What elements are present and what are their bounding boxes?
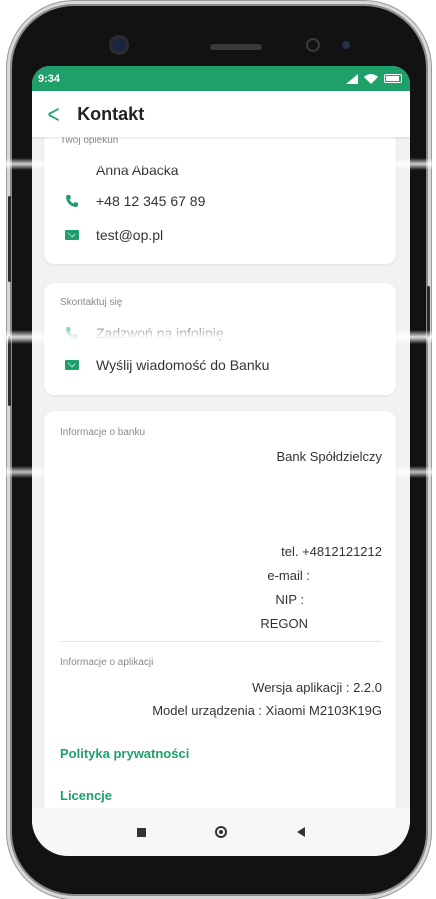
volume-button bbox=[8, 196, 11, 282]
call-hotline-row[interactable]: Zadzwoń na infolinię bbox=[60, 325, 224, 341]
guardian-email-row[interactable]: test@op.pl bbox=[60, 227, 163, 243]
home-icon[interactable] bbox=[215, 826, 228, 838]
android-nav-bar bbox=[32, 808, 410, 856]
signal-icon bbox=[346, 73, 358, 84]
guardian-phone: +48 12 345 67 89 bbox=[96, 193, 206, 209]
wifi-icon bbox=[364, 73, 378, 84]
screen: 9:34 < Kontakt Twój opiekun Anna Abacka … bbox=[32, 66, 410, 856]
earpiece-speaker bbox=[210, 44, 262, 50]
phone-icon bbox=[60, 326, 84, 340]
divider bbox=[60, 641, 382, 642]
bank-nip: NIP : bbox=[275, 592, 304, 607]
contact-card: Skontaktuj się Zadzwoń na infolinię Wyśl… bbox=[44, 283, 396, 395]
guardian-email: test@op.pl bbox=[96, 227, 164, 243]
privacy-policy-link[interactable]: Polityka prywatności bbox=[60, 746, 189, 761]
bank-info-label: Informacje o banku bbox=[60, 427, 146, 438]
bank-tel: tel. +4812121212 bbox=[281, 544, 382, 559]
licenses-link[interactable]: Licencje bbox=[60, 788, 112, 803]
app-version: Wersja aplikacji : 2.2.0 bbox=[252, 680, 382, 695]
phone-icon bbox=[60, 194, 84, 208]
recents-icon[interactable] bbox=[136, 827, 146, 837]
chevron-left-icon[interactable]: < bbox=[48, 101, 60, 127]
guardian-card: Twój opiekun Anna Abacka +48 12 345 67 8… bbox=[44, 137, 396, 264]
app-info-label: Informacje o aplikacji bbox=[60, 657, 154, 668]
iris-sensor bbox=[342, 41, 350, 49]
status-time: 9:34 bbox=[38, 72, 61, 85]
device-model: Model urządzenia : Xiaomi M2103K19G bbox=[152, 703, 382, 718]
bank-name: Bank Spółdzielczy bbox=[276, 449, 383, 464]
proximity-sensor bbox=[306, 38, 320, 52]
bank-info-card: Informacje o banku Bank Spółdzielczy tel… bbox=[44, 411, 396, 808]
bank-email: e-mail : bbox=[267, 568, 310, 583]
page-title: Kontakt bbox=[77, 103, 145, 124]
guardian-name: Anna Abacka bbox=[96, 162, 179, 178]
back-icon[interactable] bbox=[297, 827, 306, 837]
content-scroll[interactable]: Twój opiekun Anna Abacka +48 12 345 67 8… bbox=[32, 137, 410, 808]
mail-icon bbox=[60, 360, 84, 370]
app-header: < Kontakt bbox=[32, 91, 410, 137]
status-bar: 9:34 bbox=[32, 66, 410, 91]
send-message-label: Wyślij wiadomość do Banku bbox=[96, 357, 270, 373]
guardian-label: Twój opiekun bbox=[60, 137, 119, 146]
send-message-row[interactable]: Wyślij wiadomość do Banku bbox=[60, 357, 269, 373]
bixby-button bbox=[8, 336, 11, 406]
contact-label: Skontaktuj się bbox=[60, 297, 123, 308]
front-camera bbox=[112, 38, 126, 52]
bank-regon: REGON bbox=[260, 616, 308, 631]
guardian-phone-row[interactable]: +48 12 345 67 89 bbox=[60, 193, 205, 209]
mail-icon bbox=[60, 230, 84, 240]
call-hotline-label: Zadzwoń na infolinię bbox=[96, 325, 224, 341]
power-button bbox=[427, 286, 430, 338]
battery-icon bbox=[384, 74, 402, 83]
